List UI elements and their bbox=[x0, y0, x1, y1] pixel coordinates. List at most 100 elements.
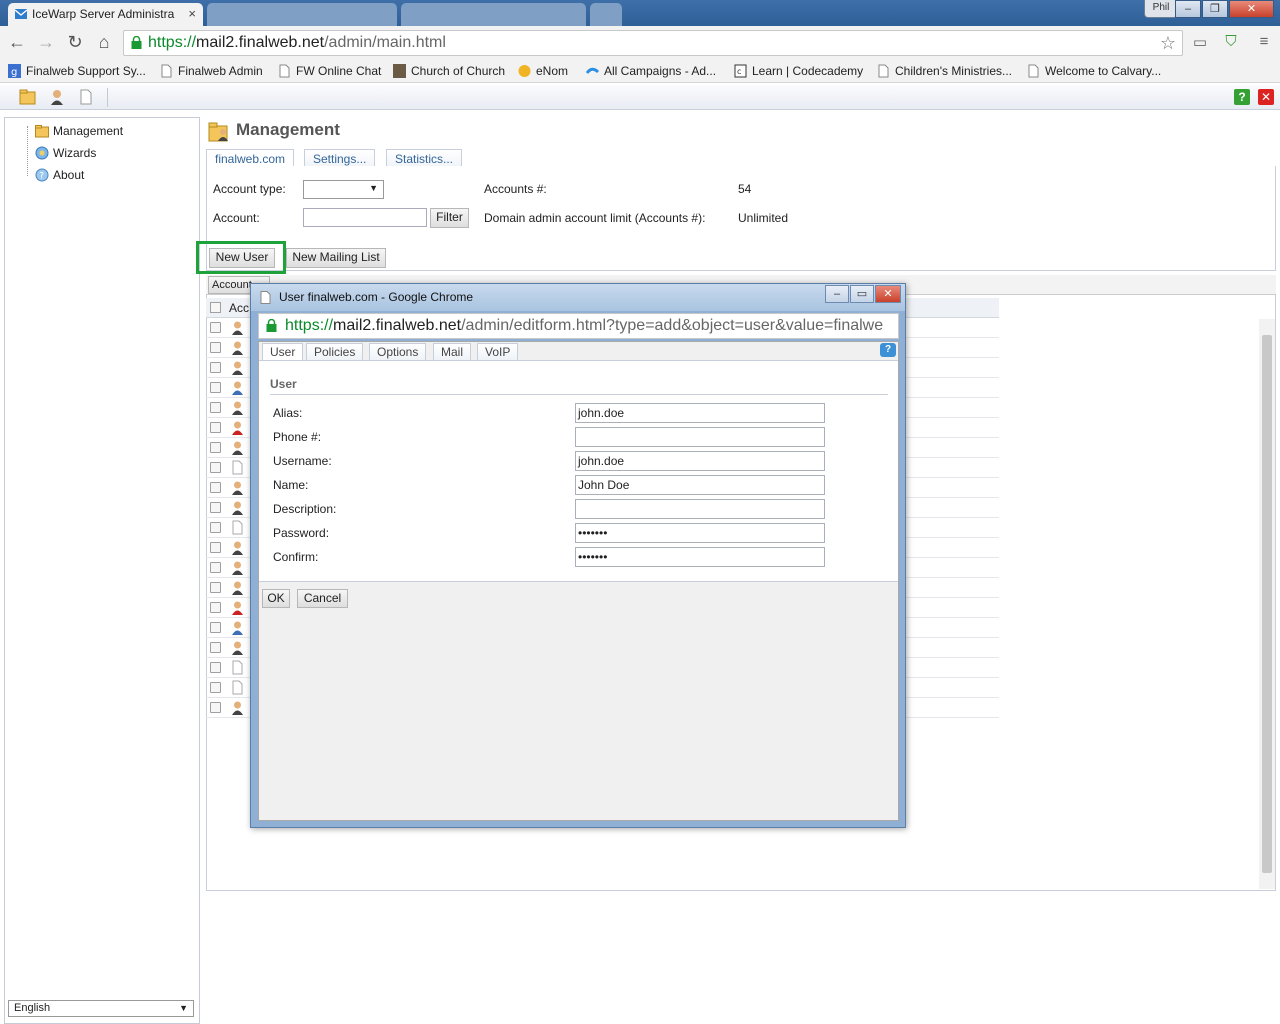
bookmark-item[interactable]: Welcome to Calvary... bbox=[1027, 62, 1161, 80]
confirm-input[interactable]: ••••••• bbox=[575, 547, 825, 567]
toolbar-separator bbox=[107, 88, 108, 107]
url-host: mail2.finalweb.net bbox=[196, 34, 325, 51]
row-checkbox[interactable] bbox=[210, 522, 221, 533]
address-bar[interactable]: https://mail2.finalweb.net/admin/main.ht… bbox=[123, 30, 1183, 56]
tab-policies[interactable]: Policies bbox=[306, 343, 364, 361]
home-icon[interactable]: ⌂ bbox=[93, 32, 115, 54]
account-label: Account: bbox=[213, 211, 260, 225]
page-icon bbox=[878, 64, 889, 78]
cast-icon[interactable]: ▭ bbox=[1190, 33, 1210, 53]
row-checkbox[interactable] bbox=[210, 582, 221, 593]
new-mailing-list-button[interactable]: New Mailing List bbox=[286, 248, 386, 268]
bookmark-item[interactable]: FW Online Chat bbox=[278, 62, 381, 80]
row-checkbox[interactable] bbox=[210, 502, 221, 513]
shield-icon[interactable]: ⛉ bbox=[1221, 33, 1241, 53]
name-input[interactable]: John Doe bbox=[575, 475, 825, 495]
row-checkbox[interactable] bbox=[210, 562, 221, 573]
user-icon bbox=[232, 581, 243, 595]
google-icon: g bbox=[8, 64, 21, 78]
row-checkbox[interactable] bbox=[210, 402, 221, 413]
row-checkbox[interactable] bbox=[210, 482, 221, 493]
tab-background-1[interactable] bbox=[207, 3, 397, 26]
close-window-icon[interactable]: ✕ bbox=[1229, 0, 1274, 18]
row-checkbox[interactable] bbox=[210, 622, 221, 633]
close-tab-icon[interactable]: × bbox=[188, 3, 196, 25]
bookmark-item[interactable]: Finalweb Admin bbox=[160, 62, 263, 80]
account-type-select[interactable]: ▼ bbox=[303, 180, 384, 199]
cancel-button[interactable]: Cancel bbox=[297, 589, 348, 608]
password-input[interactable]: ••••••• bbox=[575, 523, 825, 543]
list-scrollbar[interactable] bbox=[1259, 319, 1275, 889]
forward-icon[interactable]: → bbox=[35, 32, 57, 54]
language-select[interactable]: English ▼ bbox=[8, 1000, 194, 1017]
menu-icon[interactable]: ≡ bbox=[1254, 33, 1274, 53]
help-icon[interactable]: ? bbox=[880, 343, 896, 357]
row-checkbox[interactable] bbox=[210, 642, 221, 653]
new-tab-button[interactable] bbox=[590, 3, 622, 26]
row-checkbox[interactable] bbox=[210, 382, 221, 393]
back-icon[interactable]: ← bbox=[6, 32, 28, 54]
row-checkbox[interactable] bbox=[210, 602, 221, 613]
user-icon bbox=[232, 481, 243, 495]
account-filter-input[interactable] bbox=[303, 208, 427, 227]
maximize-icon[interactable]: ▭ bbox=[850, 285, 874, 303]
chevron-down-icon: ▼ bbox=[369, 183, 378, 193]
bookmark-item[interactable]: g Finalweb Support Sy... bbox=[8, 62, 146, 80]
username-input[interactable]: john.doe bbox=[575, 451, 825, 471]
column-account[interactable]: Acc bbox=[229, 301, 249, 315]
popup-titlebar[interactable]: User finalweb.com - Google Chrome – ▭ ✕ bbox=[251, 284, 905, 311]
ok-button[interactable]: OK bbox=[262, 589, 290, 608]
close-window-icon[interactable]: ✕ bbox=[875, 285, 901, 303]
folder-icon bbox=[35, 125, 49, 138]
reload-icon[interactable]: ↻ bbox=[64, 32, 86, 54]
row-checkbox[interactable] bbox=[210, 542, 221, 553]
bookmark-item[interactable]: eNom bbox=[518, 62, 568, 80]
alias-input[interactable]: john.doe bbox=[575, 403, 825, 423]
management-icon[interactable] bbox=[19, 89, 37, 105]
row-checkbox[interactable] bbox=[210, 462, 221, 473]
profile-badge[interactable]: Phil bbox=[1144, 0, 1178, 18]
row-checkbox[interactable] bbox=[210, 422, 221, 433]
user-icon bbox=[232, 361, 243, 375]
row-checkbox[interactable] bbox=[210, 662, 221, 673]
user-icon bbox=[232, 701, 243, 715]
tab-background-2[interactable] bbox=[401, 3, 586, 26]
help-icon[interactable]: ? bbox=[1234, 89, 1250, 105]
tree-item-management[interactable]: Management bbox=[35, 122, 123, 140]
list-icon bbox=[232, 660, 243, 675]
page-icon[interactable] bbox=[77, 89, 95, 105]
tree-item-about[interactable]: ? About bbox=[35, 166, 84, 184]
tree-item-wizards[interactable]: Wizards bbox=[35, 144, 96, 162]
phone-input[interactable] bbox=[575, 427, 825, 447]
user-icon[interactable] bbox=[48, 89, 66, 105]
bookmark-item[interactable]: c Learn | Codecademy bbox=[734, 62, 863, 80]
campaign-icon bbox=[586, 67, 599, 74]
tab-options[interactable]: Options bbox=[369, 343, 427, 361]
restore-icon[interactable]: ❐ bbox=[1202, 0, 1228, 18]
bookmark-item[interactable]: Church of Church bbox=[393, 62, 505, 80]
row-checkbox[interactable] bbox=[210, 322, 221, 333]
star-icon[interactable]: ☆ bbox=[1160, 31, 1176, 55]
list-icon bbox=[232, 520, 243, 535]
row-checkbox[interactable] bbox=[210, 682, 221, 693]
tab-mail[interactable]: Mail bbox=[433, 343, 472, 361]
popup-address-bar[interactable]: https://mail2.finalweb.net/admin/editfor… bbox=[258, 313, 899, 339]
minimize-icon[interactable]: – bbox=[825, 285, 849, 303]
row-checkbox[interactable] bbox=[210, 362, 221, 373]
user-icon bbox=[232, 341, 243, 355]
description-input[interactable] bbox=[575, 499, 825, 519]
close-icon[interactable]: ✕ bbox=[1258, 89, 1274, 105]
app-toolbar: ? ✕ bbox=[0, 85, 1280, 110]
row-checkbox[interactable] bbox=[210, 702, 221, 713]
bookmark-item[interactable]: Children's Ministries... bbox=[877, 62, 1012, 80]
tab-voip[interactable]: VoIP bbox=[477, 343, 519, 361]
tab-icewarp[interactable]: IceWarp Server Administra × bbox=[8, 3, 203, 26]
minimize-icon[interactable]: – bbox=[1175, 0, 1201, 18]
row-checkbox[interactable] bbox=[210, 342, 221, 353]
filter-button[interactable]: Filter bbox=[430, 208, 469, 228]
field-label: Username: bbox=[273, 454, 332, 468]
bookmark-item[interactable]: All Campaigns - Ad... bbox=[586, 62, 716, 80]
select-all-checkbox[interactable] bbox=[210, 302, 221, 313]
scroll-thumb[interactable] bbox=[1262, 335, 1272, 873]
row-checkbox[interactable] bbox=[210, 442, 221, 453]
